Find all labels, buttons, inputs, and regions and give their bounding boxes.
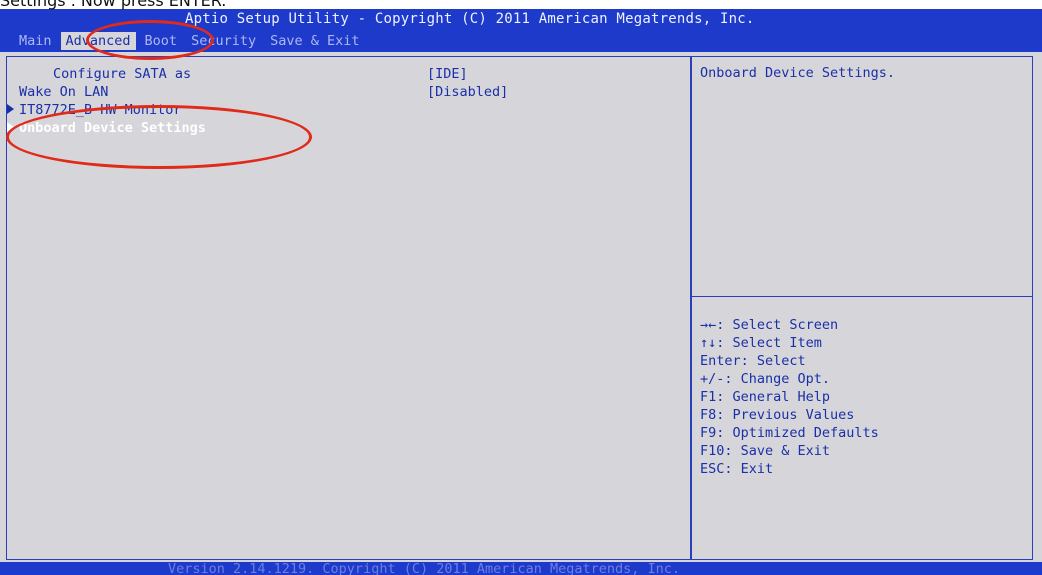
submenu-arrow-icon <box>7 104 14 114</box>
help-description: Onboard Device Settings. <box>700 65 896 81</box>
menu-item-label: Configure SATA as <box>53 66 192 82</box>
bios-title: Aptio Setup Utility - Copyright (C) 2011… <box>185 11 755 27</box>
key-hint: +/-: Change Opt. <box>700 371 831 387</box>
version-text: Version 2.14.1219. Copyright (C) 2011 Am… <box>168 562 681 575</box>
menu-item-label: Wake On LAN <box>19 84 109 100</box>
key-hint: →←: Select Screen <box>700 317 839 333</box>
menu-item-label: Onboard Device Settings <box>19 120 206 136</box>
help-divider <box>692 296 1032 297</box>
tab-advanced[interactable]: Advanced <box>60 32 136 50</box>
tab-boot[interactable]: Boot <box>140 32 183 50</box>
menu-item-label: IT8772E_B HW Monitor <box>19 102 182 118</box>
menu-item-value[interactable]: [IDE] <box>427 66 468 82</box>
key-hint: F9: Optimized Defaults <box>700 425 879 441</box>
instruction-caption: Settings . Now press ENTER. <box>0 0 227 10</box>
tab-save-exit[interactable]: Save & Exit <box>265 32 364 50</box>
submenu-arrow-icon <box>7 122 14 132</box>
key-hint: Enter: Select <box>700 353 806 369</box>
key-hint: ↑↓: Select Item <box>700 335 822 351</box>
settings-panel: Configure SATA as [IDE] Wake On LAN [Dis… <box>6 56 690 560</box>
menu-item-value[interactable]: [Disabled] <box>427 84 508 100</box>
bios-header: Aptio Setup Utility - Copyright (C) 2011… <box>0 9 1042 52</box>
tab-bar: Main Advanced Boot Security Save & Exit <box>14 31 369 51</box>
bios-footer: Version 2.14.1219. Copyright (C) 2011 Am… <box>0 562 1042 575</box>
help-panel: Onboard Device Settings. →←: Select Scre… <box>690 56 1033 560</box>
key-legend: →←: Select Screen ↑↓: Select Item Enter:… <box>700 317 879 479</box>
tab-security[interactable]: Security <box>186 32 261 50</box>
bios-screen: Aptio Setup Utility - Copyright (C) 2011… <box>0 9 1042 575</box>
tab-main[interactable]: Main <box>14 32 57 50</box>
key-hint: ESC: Exit <box>700 461 774 477</box>
key-hint: F8: Previous Values <box>700 407 855 423</box>
key-hint: F10: Save & Exit <box>700 443 831 459</box>
key-hint: F1: General Help <box>700 389 831 405</box>
